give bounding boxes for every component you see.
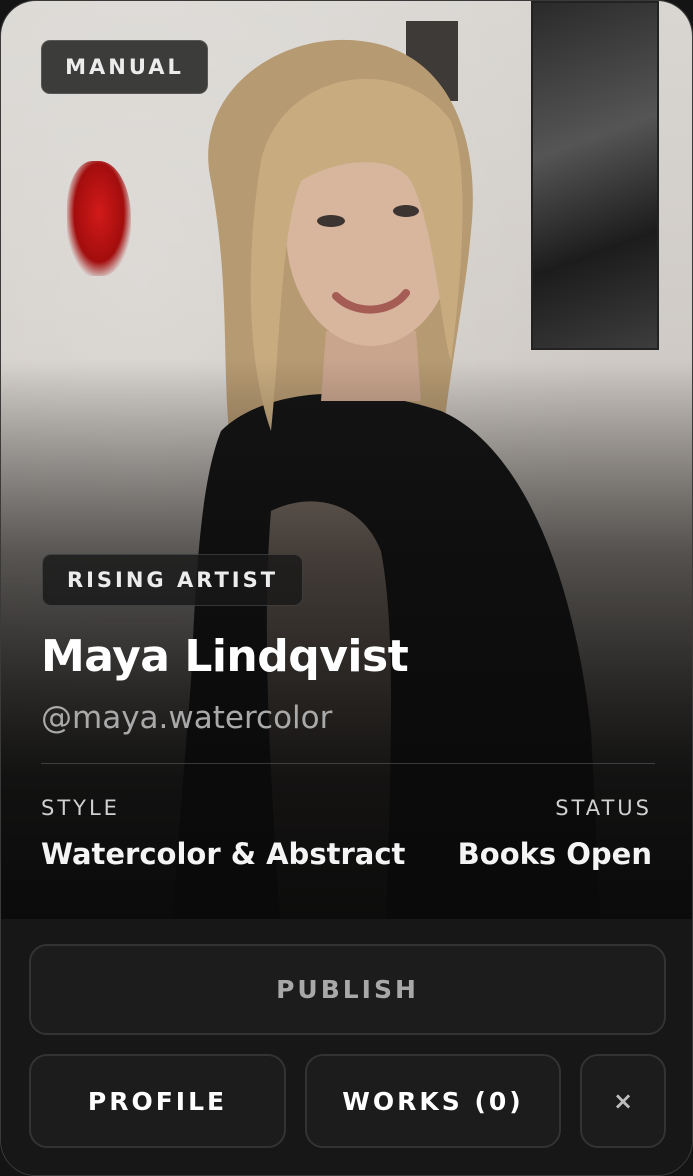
- wall-art-red: [67, 161, 131, 276]
- status-value: Books Open: [457, 837, 652, 871]
- tier-badge: RISING ARTIST: [42, 554, 303, 606]
- style-value: Watercolor & Abstract: [41, 837, 406, 871]
- profile-button-label: PROFILE: [87, 1086, 228, 1116]
- action-bar: PUBLISH PROFILE WORKS (0) ×: [1, 919, 692, 1175]
- publish-button[interactable]: PUBLISH: [29, 944, 666, 1035]
- artist-photo: [1, 1, 692, 919]
- profile-button[interactable]: PROFILE: [29, 1054, 286, 1148]
- close-icon: ×: [612, 1087, 634, 1115]
- artist-card: MANUAL RISING ARTIST Maya Lindqvist @may…: [0, 0, 693, 1176]
- publish-button-label: PUBLISH: [276, 975, 419, 1004]
- artist-handle: @maya.watercolor: [41, 700, 333, 736]
- works-button-label: WORKS (0): [342, 1086, 524, 1116]
- artist-name: Maya Lindqvist: [41, 631, 409, 682]
- status-label: STATUS: [555, 796, 652, 820]
- close-button[interactable]: ×: [580, 1054, 666, 1148]
- mode-badge: MANUAL: [41, 40, 208, 94]
- works-button[interactable]: WORKS (0): [305, 1054, 561, 1148]
- style-label: STYLE: [41, 796, 120, 820]
- divider: [41, 763, 655, 764]
